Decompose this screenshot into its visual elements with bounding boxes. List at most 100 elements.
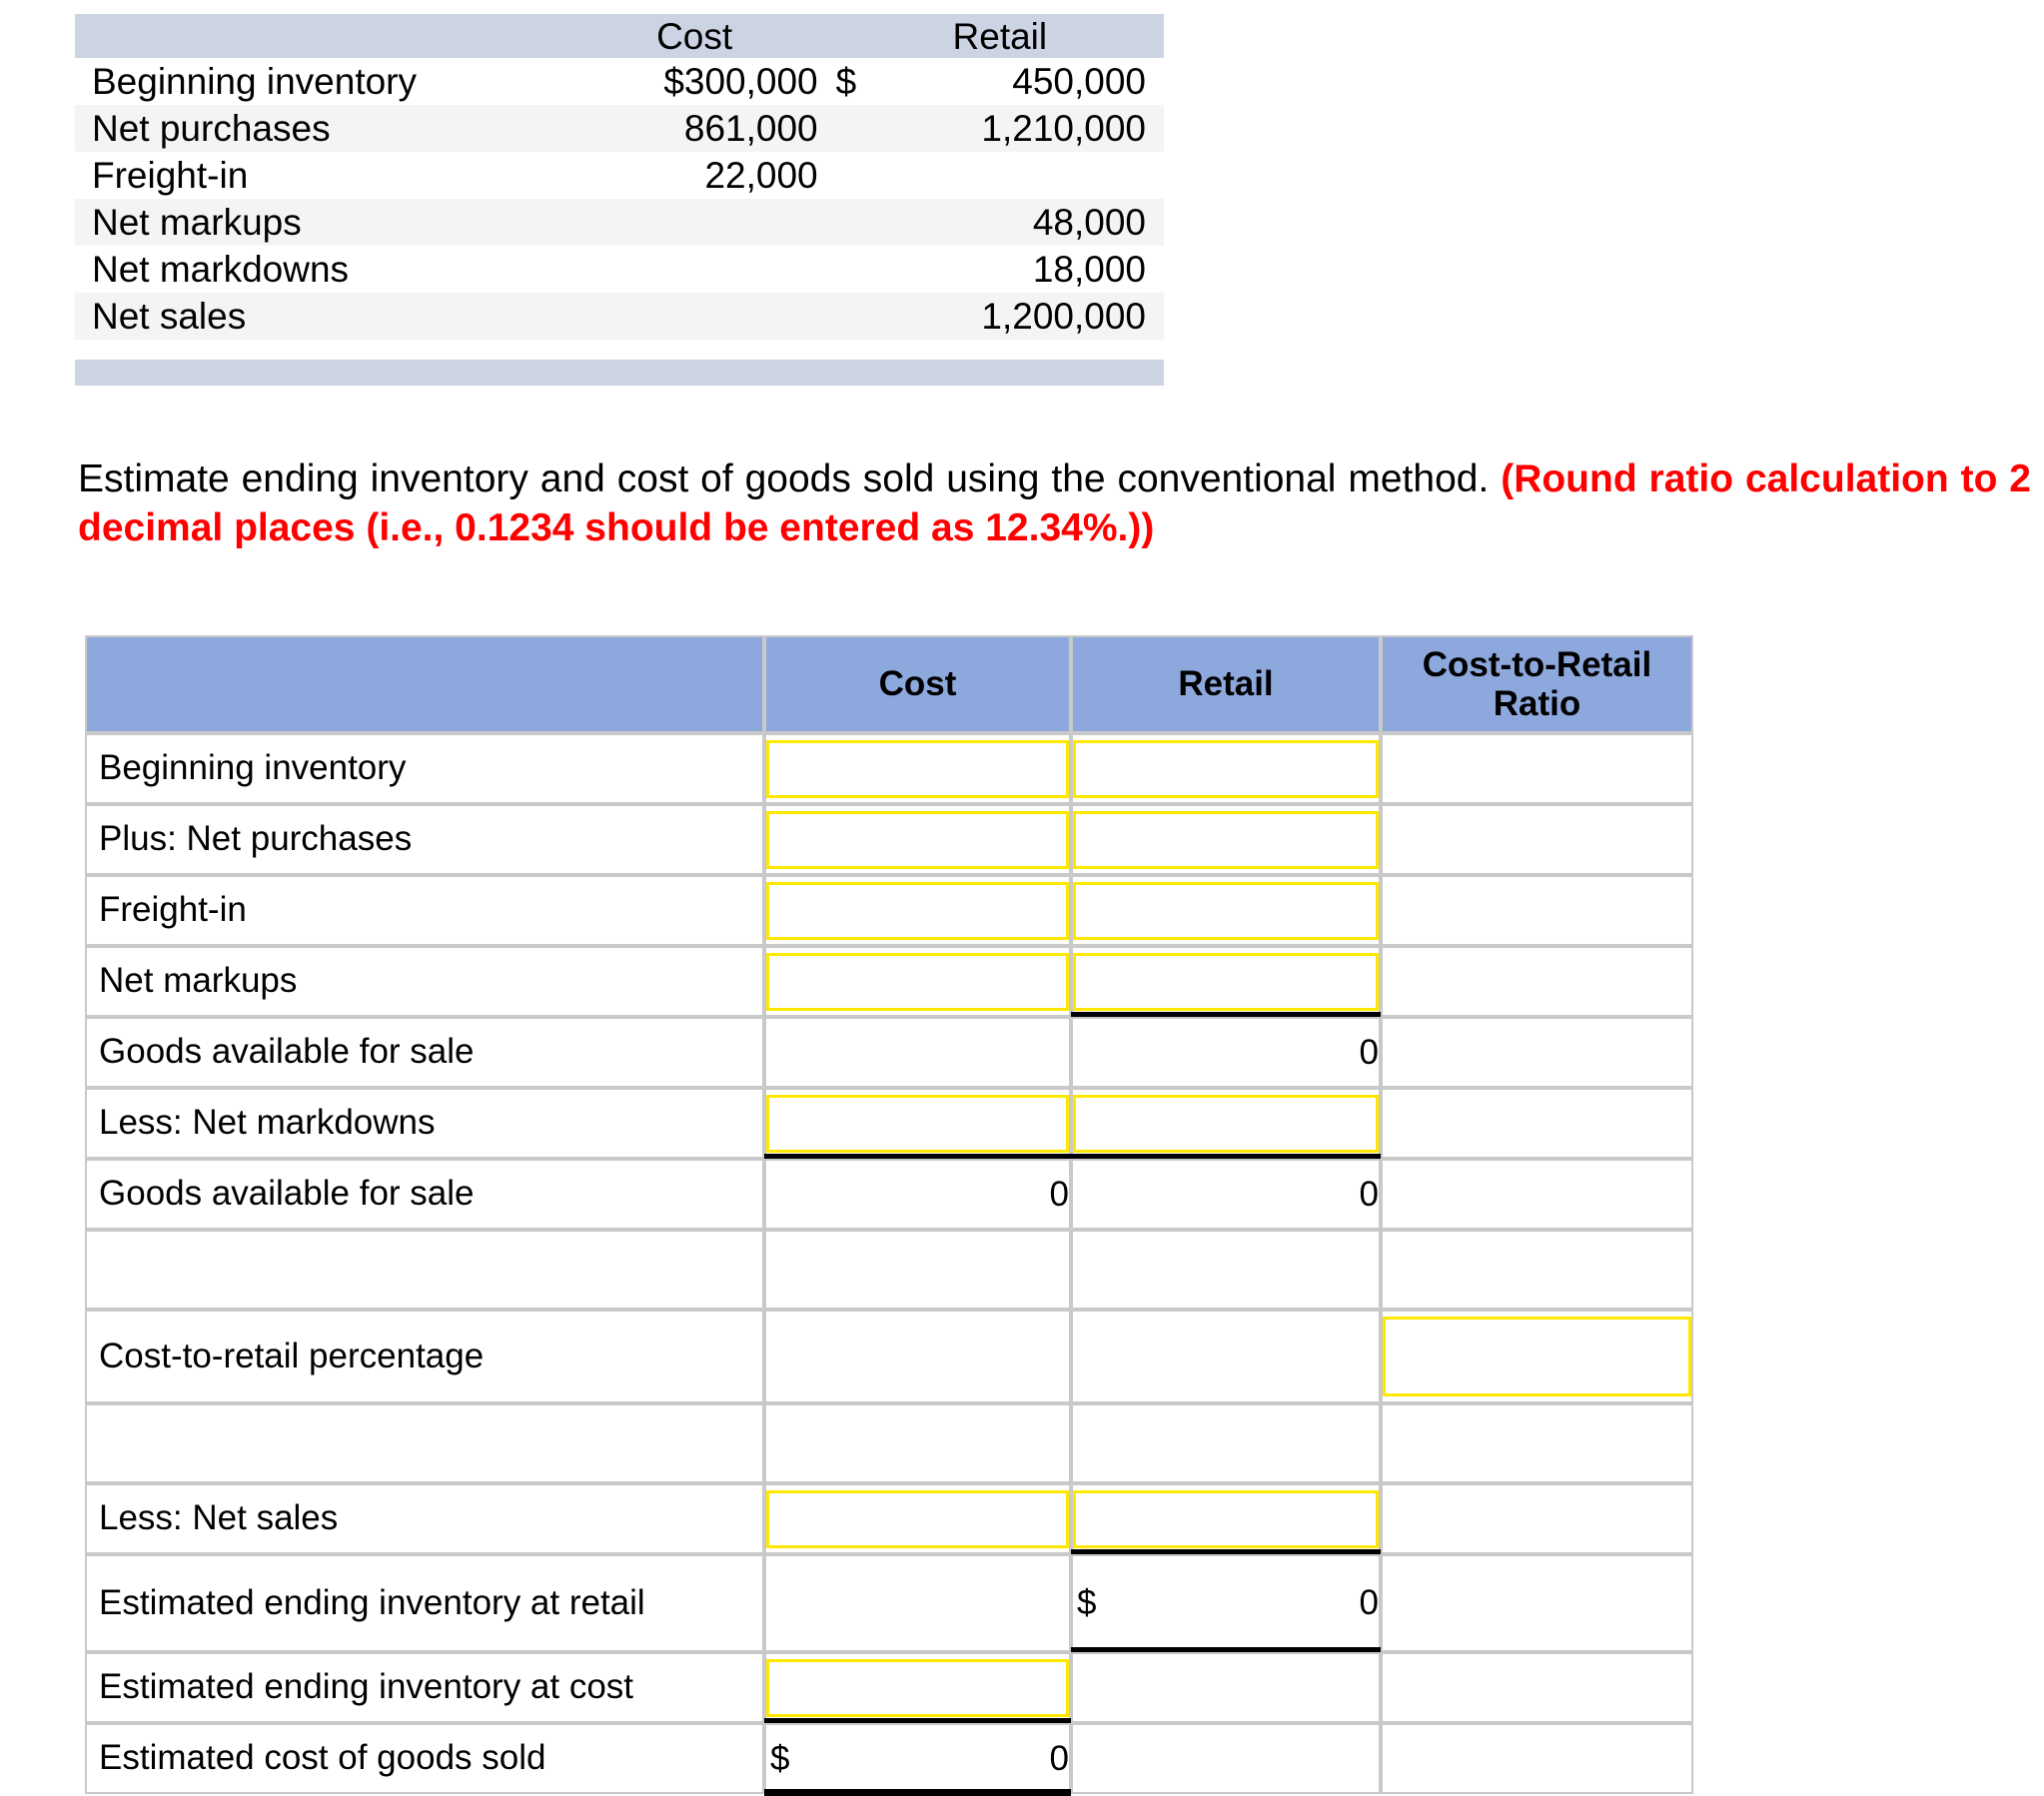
cost-input[interactable] [766, 1489, 1069, 1548]
answer-header-cost: Cost [764, 635, 1071, 733]
retail-input[interactable] [1073, 739, 1379, 798]
table-row: Goods available for sale 0 [85, 1017, 1693, 1088]
cost-input-cell-estimated-ending-inventory-cost[interactable] [764, 1652, 1071, 1725]
given-header-retail: Retail [835, 14, 1164, 58]
given-retail-value: 18,000 [1032, 249, 1146, 290]
ratio-cell-estimated-ending-inventory-cost [1381, 1652, 1693, 1723]
cost-input[interactable] [766, 739, 1069, 798]
given-label: Net markups [92, 202, 302, 243]
cost-input-cell-beginning-inventory[interactable] [764, 733, 1071, 804]
retail-cell-estimated-cost-of-goods-sold [1071, 1723, 1381, 1794]
row-label-estimated-ending-inventory-at-retail: Estimated ending inventory at retail [85, 1554, 764, 1652]
dollar-sign: $ [770, 1738, 790, 1778]
row-label-net-purchases: Plus: Net purchases [85, 804, 764, 875]
given-table-body: Beginning inventory $300,000 $ 450,000 N… [75, 58, 1164, 340]
ratio-input-cell-cost-to-retail-percentage[interactable] [1381, 1310, 1693, 1403]
cost-input[interactable] [766, 1658, 1069, 1717]
given-retail-value: 1,210,000 [981, 108, 1146, 149]
retail-input-cell-net-purchases[interactable] [1071, 804, 1381, 875]
ratio-cell-beginning-inventory [1381, 733, 1693, 804]
given-header-row: Cost Retail [75, 14, 1164, 58]
retail-input[interactable] [1073, 1489, 1379, 1548]
given-retail-value [836, 152, 1164, 199]
table-row: Freight-in [85, 875, 1693, 946]
retail-input[interactable] [1073, 952, 1379, 1011]
table-row: Less: Net markdowns [85, 1088, 1693, 1161]
cost-input[interactable] [766, 1094, 1069, 1153]
cost-input[interactable] [766, 881, 1069, 940]
ratio-cell-net-markups [1381, 946, 1693, 1017]
cost-input-cell-freight-in[interactable] [764, 875, 1071, 946]
cost-cell-spacer-2 [764, 1403, 1071, 1483]
answer-table-body: Beginning inventory Plus: Net purchases … [85, 733, 1693, 1796]
answer-header-retail: Retail [1071, 635, 1381, 733]
ratio-cell-estimated-ending-inventory-retail [1381, 1554, 1693, 1652]
ratio-cell-net-purchases [1381, 804, 1693, 875]
given-row-beginning-inventory: Beginning inventory $300,000 $ 450,000 [75, 58, 1164, 105]
row-label-net-markdowns: Less: Net markdowns [85, 1088, 764, 1159]
given-retail-value: 48,000 [1032, 202, 1146, 243]
given-label: Net markdowns [92, 249, 350, 290]
instruction-text: Estimate ending inventory and cost of go… [78, 454, 2031, 552]
given-row-net-purchases: Net purchases 861,000 1,210,000 [75, 105, 1164, 152]
answer-worksheet-table: Cost Retail Cost-to-Retail Ratio Beginni… [85, 635, 1693, 1796]
given-header-cost: Cost [552, 14, 836, 58]
ratio-header-line2: Ratio [1493, 684, 1581, 723]
cost-input-cell-net-markups[interactable] [764, 946, 1071, 1017]
table-row: Estimated cost of goods sold $ 0 [85, 1723, 1693, 1796]
retail-result-estimated-ending-inventory-retail: $ 0 [1071, 1554, 1381, 1654]
result-wrap: $ 0 [1073, 1583, 1379, 1623]
cost-input-cell-less-net-sales[interactable] [764, 1483, 1071, 1554]
table-row-spacer [85, 1230, 1693, 1310]
row-label-less-net-sales: Less: Net sales [85, 1483, 764, 1554]
row-label-spacer-2 [85, 1403, 764, 1483]
ratio-header-line1: Cost-to-Retail [1422, 644, 1652, 684]
cost-input[interactable] [766, 952, 1069, 1011]
ratio-cell-estimated-cost-of-goods-sold [1381, 1723, 1693, 1794]
given-retail-value: 1,200,000 [981, 296, 1146, 337]
retail-cell-spacer-2 [1071, 1403, 1381, 1483]
retail-input-cell-beginning-inventory[interactable] [1071, 733, 1381, 804]
retail-input-cell-net-markdowns[interactable] [1071, 1088, 1381, 1161]
cost-input[interactable] [766, 810, 1069, 869]
result-value: 0 [1359, 1583, 1379, 1622]
given-retail-cell: $ 450,000 [836, 58, 1164, 105]
dollar-sign: $ [1077, 1583, 1097, 1622]
given-row-net-markdowns: Net markdowns 18,000 [75, 246, 1164, 293]
retail-cell-cost-to-retail-percentage [1071, 1310, 1381, 1403]
instruction-plain: Estimate ending inventory and cost of go… [78, 457, 1502, 500]
given-cost-value: 861,000 [683, 108, 818, 149]
given-label: Net sales [92, 296, 247, 337]
row-label-estimated-ending-inventory-at-cost: Estimated ending inventory at cost [85, 1652, 764, 1723]
table-row: Goods available for sale 0 0 [85, 1159, 1693, 1230]
cost-cell-goods-available-1 [764, 1017, 1071, 1088]
answer-header-cost-to-retail-ratio: Cost-to-Retail Ratio [1381, 635, 1693, 733]
cost-input-cell-net-markdowns[interactable] [764, 1088, 1071, 1161]
ratio-cell-spacer-1 [1381, 1230, 1693, 1310]
retail-cell-estimated-ending-inventory-cost [1071, 1652, 1381, 1723]
given-cost-value: 22,000 [704, 155, 818, 196]
table-row: Less: Net sales [85, 1483, 1693, 1556]
row-label-freight-in: Freight-in [85, 875, 764, 946]
given-label: Beginning inventory [92, 61, 417, 102]
cost-input-cell-net-purchases[interactable] [764, 804, 1071, 875]
ratio-cell-goods-available-2 [1381, 1159, 1693, 1230]
given-row-net-markups: Net markups 48,000 [75, 199, 1164, 246]
retail-input[interactable] [1073, 881, 1379, 940]
ratio-input[interactable] [1383, 1317, 1691, 1396]
retail-input-cell-net-markups[interactable] [1071, 946, 1381, 1019]
row-label-goods-available-for-sale-2: Goods available for sale [85, 1159, 764, 1230]
table-row: Cost-to-retail percentage [85, 1310, 1693, 1403]
retail-input[interactable] [1073, 810, 1379, 869]
table-row: Beginning inventory [85, 733, 1693, 804]
retail-input-cell-freight-in[interactable] [1071, 875, 1381, 946]
table-row-spacer [85, 1403, 1693, 1483]
given-retail-wrap: $ 450,000 [836, 63, 1146, 100]
retail-input[interactable] [1073, 1094, 1379, 1153]
answer-table-head: Cost Retail Cost-to-Retail Ratio [85, 635, 1693, 733]
retail-input-cell-less-net-sales[interactable] [1071, 1483, 1381, 1556]
row-label-cost-to-retail-percentage: Cost-to-retail percentage [85, 1310, 764, 1403]
answer-header-row: Cost Retail Cost-to-Retail Ratio [85, 635, 1693, 733]
ratio-cell-net-markdowns [1381, 1088, 1693, 1159]
given-cost-value: $300,000 [663, 61, 818, 102]
